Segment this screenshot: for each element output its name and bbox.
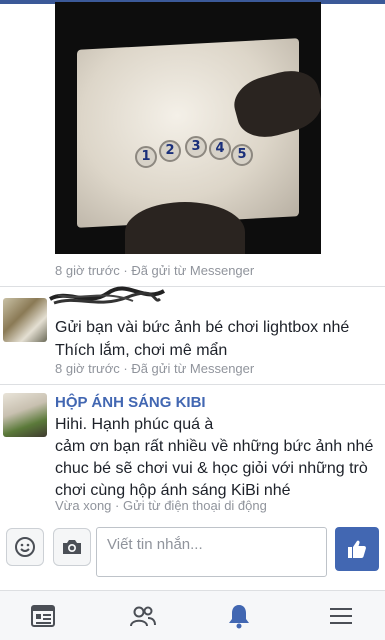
message-line: chuc bé sẽ chơi vui & học giỏi với những… [55, 460, 368, 499]
thumbs-up-icon [348, 540, 366, 558]
bottle-cap: 1 [135, 146, 157, 168]
message-status: 8 giờ trước · Đã gửi từ Messenger [55, 263, 255, 278]
camera-icon [63, 540, 81, 554]
photo-attachment[interactable]: 1 2 3 4 5 [55, 2, 321, 254]
nav-friends[interactable] [104, 591, 181, 640]
message-body: Hihi. Hạnh phúc quá à cảm ơn bạn rất nhi… [55, 414, 375, 502]
emoji-button[interactable] [6, 528, 44, 566]
nav-notifications[interactable] [200, 591, 277, 640]
notifications-bell-icon [228, 605, 249, 629]
message-body: Gửi bạn vài bức ảnh bé chơi lightbox nhé… [55, 317, 349, 362]
message-status: 8 giờ trước · Đã gửi từ Messenger [55, 361, 255, 376]
news-feed-icon [30, 605, 55, 627]
bottle-caps: 1 2 3 4 5 [135, 130, 255, 170]
user-avatar[interactable] [3, 298, 47, 342]
camera-button[interactable] [53, 528, 91, 566]
bottle-cap: 4 [209, 138, 231, 160]
message-line: cảm ơn bạn rất nhiều về những bức ảnh nh… [55, 438, 374, 455]
divider [0, 384, 385, 385]
nav-menu[interactable] [302, 591, 379, 640]
message-input[interactable]: Viết tin nhắn... [96, 527, 327, 577]
message-line: Thích lắm, chơi mê mẩn [55, 342, 228, 359]
page-avatar[interactable] [3, 393, 47, 437]
bottle-cap: 5 [231, 144, 253, 166]
sender-name[interactable]: HỘP ÁNH SÁNG KIBI [55, 394, 206, 411]
nav-news-feed[interactable] [4, 591, 81, 640]
message-status: Vừa xong · Gửi từ điện thoại di động [55, 498, 267, 513]
bottom-navigation [0, 590, 385, 640]
emoji-icon [15, 537, 35, 557]
message-line: Hihi. Hạnh phúc quá à [55, 416, 214, 433]
bottle-cap: 3 [185, 136, 207, 158]
menu-icon [329, 608, 352, 624]
message-line: Gửi bạn vài bức ảnh bé chơi lightbox nhé [55, 319, 350, 336]
like-button[interactable] [335, 527, 379, 571]
friends-icon [129, 606, 156, 627]
redacted-name-scribble [49, 286, 165, 305]
hand-shape [125, 202, 245, 254]
message-composer: Viết tin nhắn... [0, 520, 385, 580]
bottle-cap: 2 [159, 140, 181, 162]
